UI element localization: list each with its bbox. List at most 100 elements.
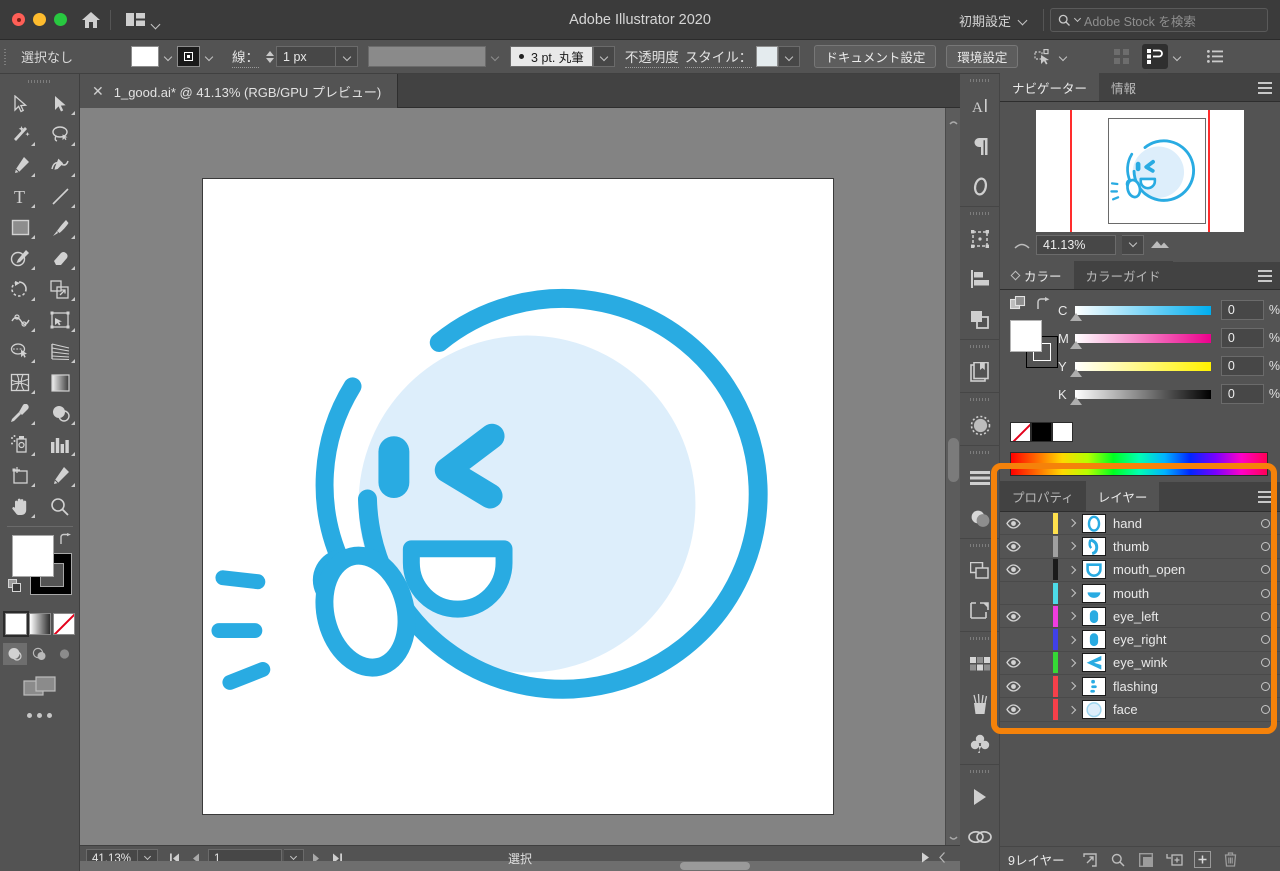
slider-track-y[interactable] — [1070, 361, 1211, 377]
perspective-grid-tool[interactable] — [40, 336, 80, 367]
layer-expand-chevron-mouth_open[interactable] — [1062, 565, 1082, 574]
control-bar-grip[interactable] — [0, 40, 9, 74]
graphic-style-swatch[interactable] — [756, 46, 779, 67]
layer-expand-chevron-flashing[interactable] — [1062, 681, 1082, 691]
draw-behind-button[interactable] — [28, 643, 52, 665]
stroke-weight-stepper[interactable] — [263, 46, 276, 67]
search-icon[interactable] — [1110, 851, 1127, 868]
color-mode-button[interactable] — [2, 611, 29, 637]
screen-mode-button[interactable] — [0, 675, 79, 699]
slider-thumb-c[interactable] — [1070, 312, 1083, 321]
align-grid-icon[interactable] — [1110, 46, 1132, 67]
channel-value-k[interactable]: 0 — [1220, 384, 1264, 404]
layer-visibility-toggle-eye_wink[interactable] — [1000, 657, 1027, 669]
paintbrush-tool[interactable] — [40, 212, 80, 243]
arrange-objects-icon[interactable] — [1142, 44, 1169, 69]
free-transform-tool[interactable] — [40, 305, 80, 336]
stroke-panel-icon[interactable] — [960, 458, 1000, 498]
dock-group-grip-8[interactable] — [960, 765, 1000, 777]
panel-menu-icon[interactable] — [1258, 270, 1272, 282]
layer-name-eye_right[interactable]: eye_right — [1113, 632, 1250, 647]
search-input[interactable]: Adobe Stock を検索 — [1050, 8, 1268, 32]
column-graph-tool[interactable] — [40, 429, 80, 460]
artboard-tool[interactable] — [0, 460, 40, 491]
layer-row-flashing[interactable]: flashing — [1000, 675, 1280, 699]
default-fill-stroke-icon[interactable] — [8, 579, 22, 593]
draw-inside-button[interactable] — [53, 643, 77, 665]
tab-color[interactable]: カラー — [1000, 261, 1074, 289]
layer-row-hand[interactable]: hand — [1000, 512, 1280, 536]
canvas-vertical-scrollbar[interactable] — [945, 108, 960, 845]
channel-value-c[interactable]: 0 — [1220, 300, 1264, 320]
tools-panel-grip[interactable] — [0, 74, 80, 88]
panel-menu-icon[interactable] — [1258, 491, 1272, 503]
layer-name-eye_wink[interactable]: eye_wink — [1113, 655, 1250, 670]
layer-row-eye_wink[interactable]: eye_wink — [1000, 651, 1280, 676]
channel-value-m[interactable]: 0 — [1220, 328, 1264, 348]
stroke-swatch-chevron-icon[interactable] — [200, 46, 218, 67]
scale-tool[interactable] — [40, 274, 80, 305]
color-revert-icon[interactable] — [1036, 296, 1051, 316]
slider-thumb-m[interactable] — [1070, 340, 1083, 349]
tab-info[interactable]: 情報 — [1099, 73, 1149, 101]
layer-row-eye_left[interactable]: eye_left — [1000, 605, 1280, 629]
rotate-tool[interactable] — [0, 274, 40, 305]
tab-color-guide[interactable]: カラーガイド — [1073, 261, 1173, 289]
artboard[interactable] — [202, 178, 834, 815]
layer-expand-chevron-eye_right[interactable] — [1062, 635, 1082, 644]
dock-group-grip-5[interactable] — [960, 446, 1000, 458]
locate-object-icon[interactable] — [1082, 851, 1099, 868]
symbols-panel-icon[interactable] — [960, 724, 1000, 764]
layer-target-circle-eye_right[interactable] — [1250, 635, 1280, 645]
edit-toolbar-ellipsis[interactable] — [0, 713, 79, 718]
canvas-scroll-thumb[interactable] — [948, 438, 959, 482]
close-icon[interactable]: ✕ — [92, 84, 104, 98]
rectangle-tool[interactable] — [0, 212, 40, 243]
layer-name-mouth[interactable]: mouth — [1113, 586, 1250, 601]
slider-thumb-k[interactable] — [1070, 396, 1083, 405]
eyedropper-tool[interactable] — [0, 398, 40, 429]
navigator-body[interactable]: 41.13% — [1000, 102, 1280, 262]
zoom-out-icon[interactable] — [1014, 236, 1030, 254]
layer-row-mouth_open[interactable]: mouth_open — [1000, 558, 1280, 582]
document-setup-button[interactable]: ドキュメント設定 — [814, 45, 937, 68]
layer-target-circle-hand[interactable] — [1250, 518, 1280, 528]
horizontal-scroll-thumb[interactable] — [680, 862, 750, 870]
eraser-tool[interactable] — [40, 243, 80, 274]
layer-target-circle-thumb[interactable] — [1250, 541, 1280, 551]
lasso-tool[interactable] — [40, 119, 80, 150]
layer-target-circle-eye_left[interactable] — [1250, 611, 1280, 621]
panel-menu-icon[interactable] — [1258, 82, 1272, 94]
horizontal-scrollbar[interactable] — [80, 861, 960, 871]
select-similar-objects-icon[interactable] — [1032, 46, 1054, 67]
layer-target-circle-face[interactable] — [1250, 705, 1280, 715]
brush-chevron-icon[interactable] — [592, 46, 615, 67]
libraries-panel-icon[interactable] — [960, 352, 1000, 392]
dock-group-grip-7[interactable] — [960, 632, 1000, 644]
layers-panel-icon[interactable] — [960, 551, 1000, 591]
stroke-profile-chevron-icon[interactable] — [486, 46, 504, 67]
tab-layers[interactable]: レイヤー — [1085, 481, 1160, 511]
slider-thumb-y[interactable] — [1070, 368, 1083, 377]
layer-name-hand[interactable]: hand — [1113, 516, 1250, 531]
opentype-panel-icon[interactable] — [960, 166, 1000, 206]
stroke-swatch[interactable] — [177, 46, 201, 67]
shape-builder-tool[interactable] — [0, 336, 40, 367]
type-tool[interactable]: T — [0, 181, 40, 212]
transform-panel-icon[interactable] — [960, 219, 1000, 259]
dock-group-grip-2[interactable] — [960, 207, 1000, 219]
swatch-white[interactable] — [1052, 422, 1073, 442]
color-fill-proxy[interactable] — [1010, 320, 1042, 352]
more-options-icon[interactable] — [1204, 46, 1226, 67]
mesh-tool[interactable] — [0, 367, 40, 398]
dock-group-grip-6[interactable] — [960, 539, 1000, 551]
stroke-weight-chevron-icon[interactable] — [336, 46, 359, 67]
swatch-black[interactable] — [1031, 422, 1052, 442]
zoom-in-icon[interactable] — [1150, 236, 1170, 254]
layer-expand-chevron-eye_left[interactable] — [1062, 612, 1082, 621]
actions-panel-icon[interactable] — [960, 777, 1000, 817]
document-tab[interactable]: ✕ 1_good.ai* @ 41.13% (RGB/GPU プレビュー) — [80, 74, 399, 108]
layer-row-mouth[interactable]: mouth — [1000, 581, 1280, 606]
hand-tool[interactable] — [0, 491, 40, 522]
layer-visibility-toggle-flashing[interactable] — [1000, 681, 1027, 692]
